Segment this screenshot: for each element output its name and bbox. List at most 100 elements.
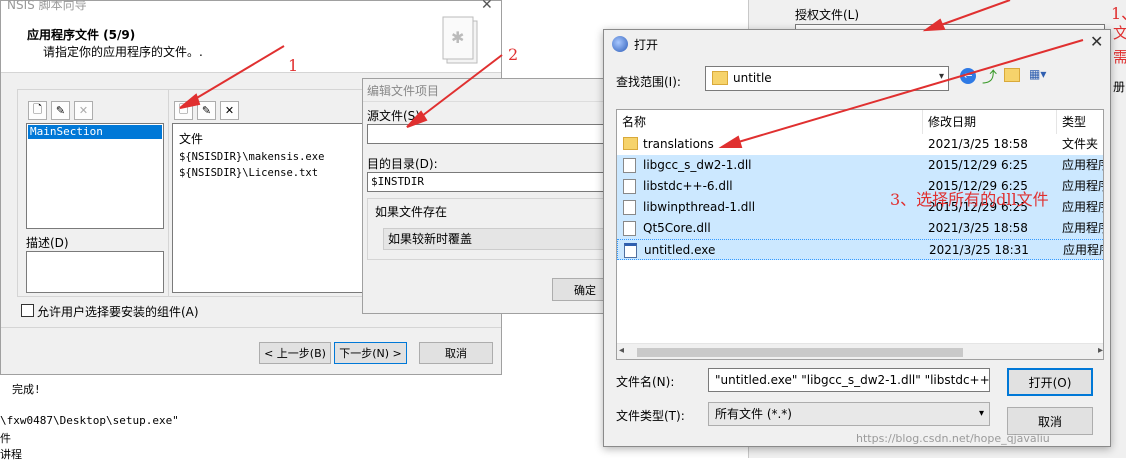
cancel-button[interactable]: 取消 (1007, 407, 1093, 435)
annotation-char: 文 (1113, 24, 1126, 42)
file-item[interactable]: ${NSISDIR}\makensis.exe (179, 151, 324, 163)
horizontal-scrollbar[interactable]: ◂ ▸ (617, 343, 1103, 359)
new-section-icon[interactable]: 🗋 (28, 101, 47, 120)
file-item[interactable]: ${NSISDIR}\License.txt (179, 167, 318, 179)
file-row[interactable]: libgcc_s_dw2-1.dll 2015/12/29 6:25 应用程序扩展 (617, 155, 1103, 176)
file-name: Qt5Core.dll (643, 221, 711, 235)
scrollbar-thumb[interactable] (637, 348, 963, 357)
file-name: libstdc++-6.dll (643, 179, 733, 193)
document-graphic-icon: ✱ (442, 16, 478, 64)
edit-file-dialog: 编辑文件项目 源文件(S) 目的目录(D): $INSTDIR 如果文件存在 如… (362, 78, 618, 314)
open-button[interactable]: 打开(O) (1007, 368, 1093, 396)
file-name: translations (643, 137, 714, 151)
source-label: 源文件(S) (367, 109, 420, 123)
files-list[interactable]: 文件 ${NSISDIR}\makensis.exe ${NSISDIR}\Li… (172, 123, 369, 293)
column-date[interactable]: 修改日期 (923, 110, 1057, 134)
components-checkbox[interactable] (21, 304, 34, 317)
description-box[interactable] (26, 251, 164, 293)
edit-section-icon[interactable]: ✎ (51, 101, 70, 120)
file-name: libwinpthread-1.dll (643, 200, 756, 214)
close-icon[interactable]: ✕ (481, 0, 493, 13)
delete-file-icon[interactable]: ✕ (220, 101, 239, 120)
file-list[interactable]: 名称 ^ 修改日期 类型 translations 2021/3/25 18:58… (616, 109, 1104, 360)
exists-label: 如果文件存在 (375, 205, 448, 219)
open-file-dialog: 打开 ✕ 查找范围(I): untitle ▾ ← ⤴ ▦▾ 名称 ^ 修改日期… (603, 29, 1111, 447)
up-folder-icon[interactable]: ⤴ (982, 66, 997, 87)
sections-list[interactable]: MainSection (26, 123, 164, 229)
file-type: 文件夹 (1062, 137, 1099, 151)
background-char: 册 (1113, 80, 1126, 94)
lookin-label: 查找范围(I): (616, 75, 681, 89)
exists-select[interactable]: 如果较新时覆盖 (383, 228, 617, 250)
wizard-header: NSIS 脚本向导 ✕ 应用程序文件 (5/9) 请指定你的应用程序的文件。. … (1, 0, 501, 73)
edit-file-icon[interactable]: ✎ (197, 101, 216, 120)
source-file-input[interactable] (367, 124, 617, 144)
dest-dir-input[interactable]: $INSTDIR (367, 172, 617, 192)
console-line: 讲程 (0, 448, 22, 461)
dest-label: 目的目录(D): (367, 157, 438, 171)
dll-file-icon (623, 200, 636, 215)
watermark: https://blog.csdn.net/hope_qjavaliu (856, 432, 1050, 445)
license-file-label: 授权文件(L) (795, 8, 860, 22)
file-row[interactable]: untitled.exe 2021/3/25 18:31 应用程序 (617, 239, 1103, 260)
delete-section-icon[interactable]: ✕ (74, 101, 93, 120)
dll-file-icon (623, 179, 636, 194)
description-label: 描述(D) (26, 236, 69, 250)
column-type[interactable]: 类型 (1057, 110, 1103, 134)
annotation-label-2: 2 (508, 45, 519, 64)
file-type: 应用程序扩展 (1062, 221, 1103, 235)
console-line: 件 (0, 432, 11, 445)
filetype-select[interactable]: 所有文件 (*.*) ▾ (708, 402, 990, 426)
sort-up-icon: ^ (765, 109, 773, 117)
filename-label: 文件名(N): (616, 375, 675, 389)
file-date: 2021/3/25 18:58 (928, 137, 1028, 151)
chevron-down-icon: ▾ (938, 71, 944, 82)
wizard-title: NSIS 脚本向导 (7, 0, 87, 12)
filename-input[interactable]: "untitled.exe" "libgcc_s_dw2-1.dll" "lib… (708, 368, 990, 392)
files-heading: 文件 (179, 132, 204, 146)
dialog-title: 打开 (634, 38, 659, 52)
folder-icon (712, 71, 728, 85)
section-item[interactable]: MainSection (28, 125, 162, 139)
console-line: 完成! (12, 383, 41, 396)
scroll-left-icon[interactable]: ◂ (619, 345, 624, 356)
cancel-button[interactable]: 取消 (419, 342, 493, 364)
file-date: 2021/3/25 18:31 (929, 243, 1029, 257)
file-name: libgcc_s_dw2-1.dll (643, 158, 752, 172)
page-subtitle: 请指定你的应用程序的文件。. (43, 45, 203, 59)
annotation-label-3: 3、选择所有的dll文件 (890, 190, 1049, 209)
annotation-text: 1、 (1111, 4, 1126, 23)
new-folder-icon[interactable] (1004, 68, 1020, 82)
file-type: 应用程序扩展 (1062, 158, 1103, 172)
file-name: untitled.exe (644, 243, 716, 257)
next-button[interactable]: 下一步(N) > (334, 342, 407, 364)
dialog-app-icon (612, 36, 628, 52)
dialog-title: 编辑文件项目 (367, 84, 440, 98)
page-title: 应用程序文件 (5/9) (27, 28, 136, 42)
view-menu-icon[interactable]: ▦▾ (1029, 67, 1055, 83)
close-icon[interactable]: ✕ (1090, 32, 1103, 51)
lookin-value: untitle (733, 71, 772, 85)
chevron-down-icon: ▾ (978, 408, 984, 419)
filetype-label: 文件类型(T): (616, 409, 685, 423)
file-date: 2015/12/29 6:25 (928, 158, 1028, 172)
back-arrow-icon[interactable]: ← (960, 68, 976, 84)
file-type: 应用程序 (1063, 243, 1103, 257)
divider (1, 327, 501, 328)
file-date: 2021/3/25 18:58 (928, 221, 1028, 235)
scroll-right-icon[interactable]: ▸ (1098, 345, 1103, 356)
folder-icon (623, 137, 638, 150)
add-file-icon[interactable]: 🗋 (174, 101, 193, 120)
annotation-char: 需 (1113, 48, 1126, 66)
file-row[interactable]: Qt5Core.dll 2021/3/25 18:58 应用程序扩展 (617, 218, 1103, 239)
dll-file-icon (623, 158, 636, 173)
file-type: 应用程序扩展 (1062, 200, 1103, 214)
svg-text:✱: ✱ (451, 28, 464, 47)
file-type: 应用程序扩展 (1062, 179, 1103, 193)
back-button[interactable]: < 上一步(B) (259, 342, 331, 364)
filetype-value: 所有文件 (*.*) (715, 407, 792, 421)
exe-file-icon (624, 243, 637, 258)
file-row[interactable]: translations 2021/3/25 18:58 文件夹 (617, 134, 1103, 155)
lookin-select[interactable]: untitle ▾ (705, 66, 949, 91)
annotation-label-1: 1 (288, 56, 299, 75)
